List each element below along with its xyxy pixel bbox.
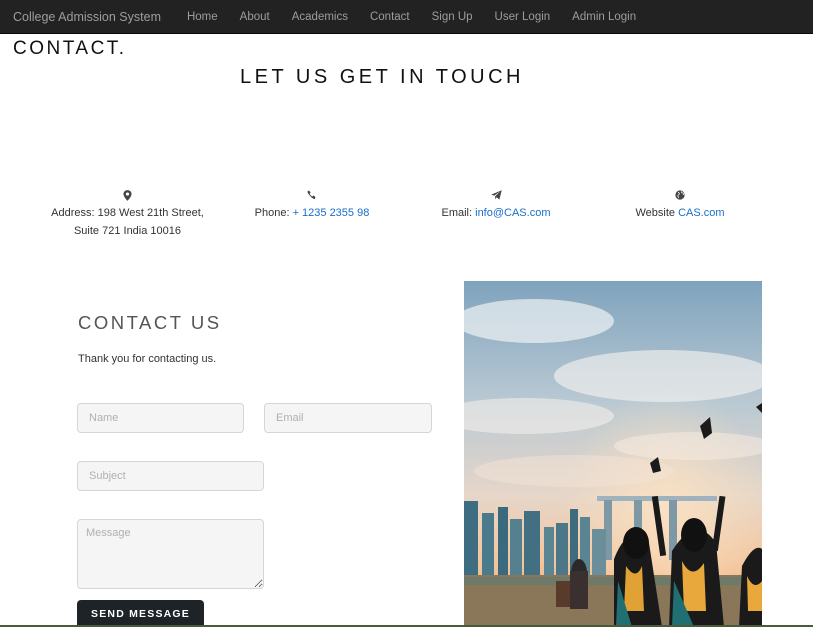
- website-link[interactable]: CAS.com: [678, 207, 724, 219]
- name-input[interactable]: [77, 403, 244, 433]
- address-block: Address: 198 West 21th Street, Suite 721…: [40, 190, 215, 240]
- paper-plane-icon: [420, 190, 572, 204]
- email-input[interactable]: [264, 403, 432, 433]
- nav-about[interactable]: About: [229, 11, 281, 23]
- thanks-message: Thank you for contacting us.: [78, 353, 217, 365]
- email-link[interactable]: info@CAS.com: [475, 207, 550, 219]
- subject-input[interactable]: [77, 461, 264, 491]
- message-textarea[interactable]: [77, 519, 264, 589]
- brand-link[interactable]: College Admission System: [13, 10, 161, 24]
- address-line-1: Address: 198 West 21th Street,: [51, 207, 204, 219]
- phone-block: Phone: + 1235 2355 98: [226, 190, 398, 222]
- nav-academics[interactable]: Academics: [281, 11, 359, 23]
- nav-contact[interactable]: Contact: [359, 11, 421, 23]
- phone-link[interactable]: + 1235 2355 98: [293, 207, 370, 219]
- page-title: CONTACT.: [13, 38, 127, 59]
- email-label: Email:: [441, 207, 476, 219]
- send-message-button[interactable]: SEND MESSAGE: [77, 600, 204, 627]
- nav-sign-up[interactable]: Sign Up: [421, 11, 484, 23]
- website-label: Website: [635, 207, 679, 219]
- top-navbar: College Admission System Home About Acad…: [0, 0, 813, 34]
- nav-admin-login[interactable]: Admin Login: [561, 11, 647, 23]
- graduation-photo: [464, 281, 762, 627]
- globe-icon: [610, 190, 750, 204]
- map-marker-icon: [40, 190, 215, 204]
- email-block: Email: info@CAS.com: [420, 190, 572, 222]
- address-line-2: Suite 721 India 10016: [73, 225, 182, 237]
- phone-icon: [226, 190, 398, 204]
- nav-user-login[interactable]: User Login: [484, 11, 562, 23]
- nav-home[interactable]: Home: [174, 11, 229, 23]
- page-subtitle: LET US GET IN TOUCH: [240, 66, 524, 88]
- contact-form-title: CONTACT US: [78, 312, 222, 333]
- website-block: Website CAS.com: [610, 190, 750, 222]
- phone-label: Phone:: [254, 207, 293, 219]
